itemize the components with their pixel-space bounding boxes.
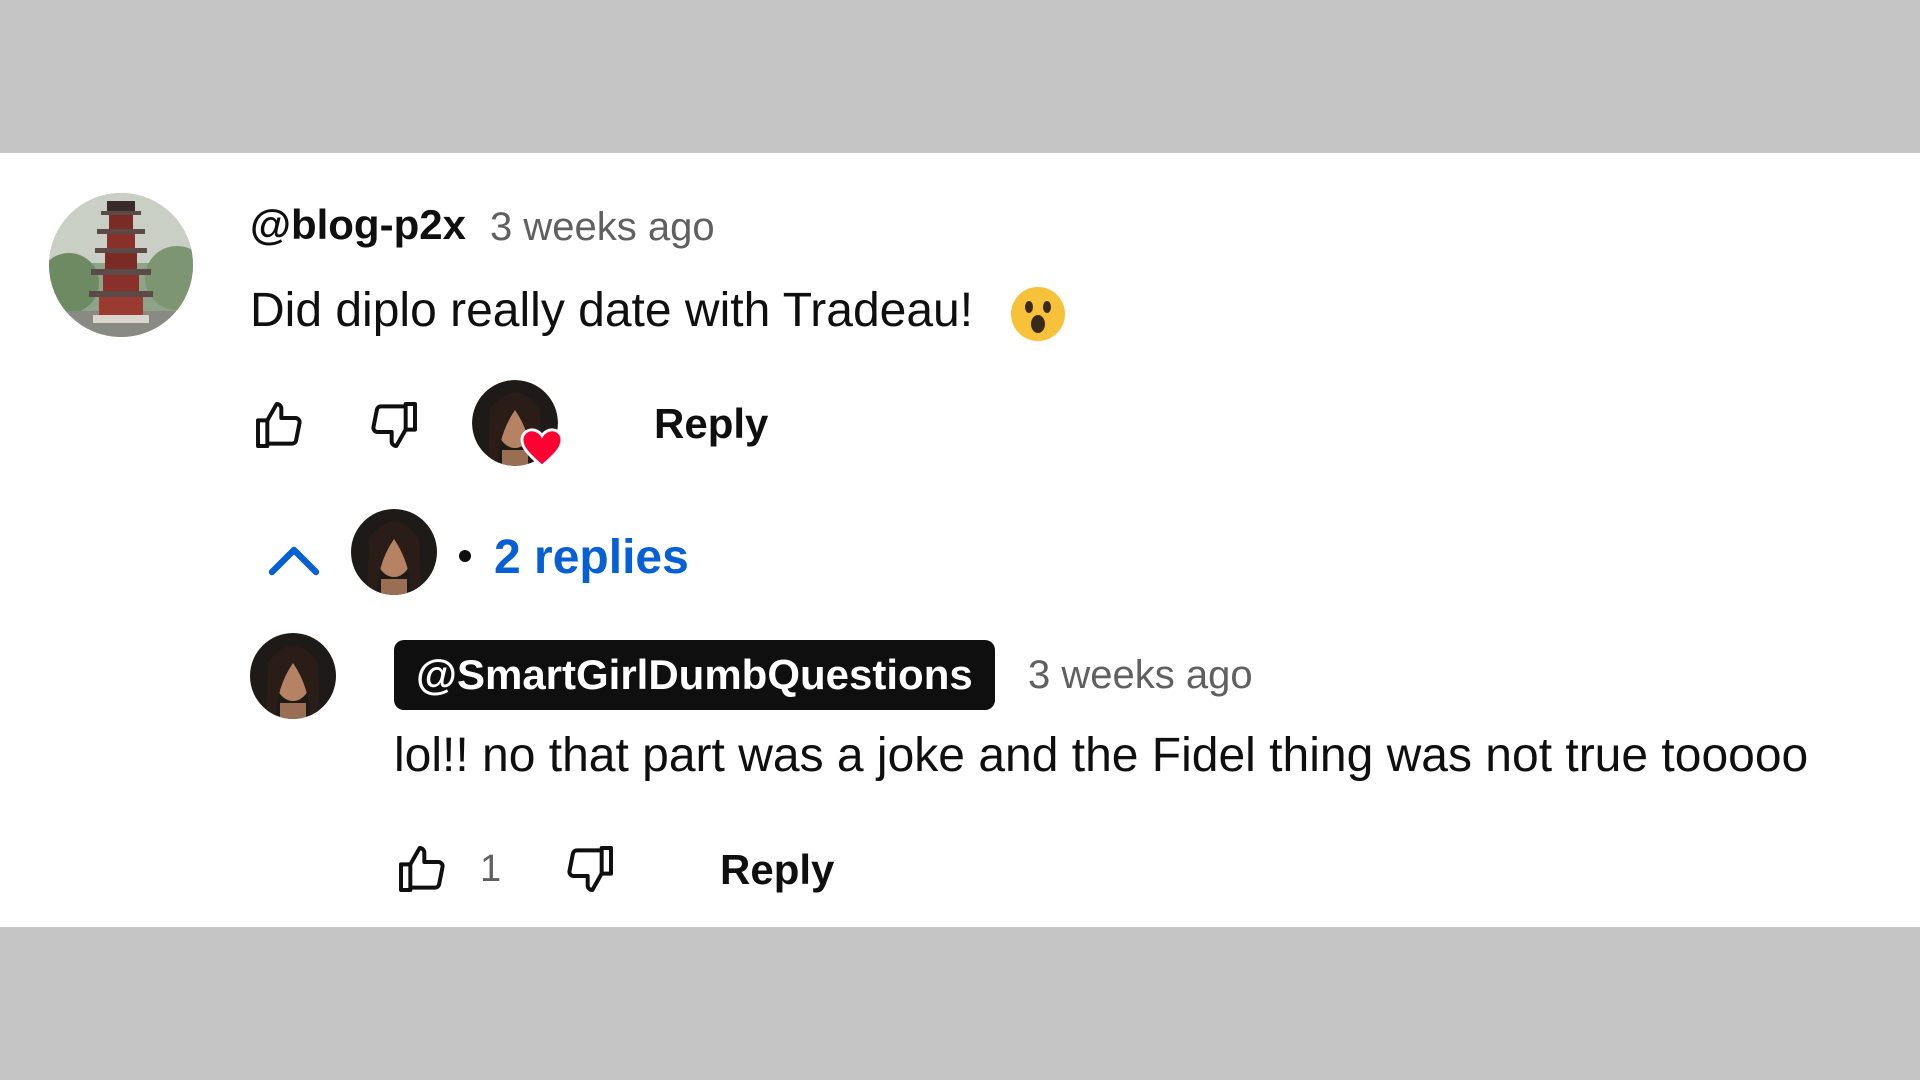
reply-timestamp[interactable]: 3 weeks ago: [1028, 653, 1253, 698]
comment-timestamp[interactable]: 3 weeks ago: [490, 205, 715, 250]
dislike-button[interactable]: [362, 393, 426, 457]
reply-author-avatar[interactable]: [250, 633, 336, 719]
thumbs-down-icon: [567, 846, 613, 892]
creator-heart-avatar: [472, 380, 564, 468]
like-button[interactable]: [247, 393, 311, 457]
replies-count-link[interactable]: 2 replies: [494, 530, 689, 585]
replier-avatar-small: [351, 509, 437, 595]
reply-like-count: 1: [480, 848, 502, 890]
comment-thread-panel: @blog-p2x 3 weeks ago Did diplo really d…: [0, 153, 1920, 927]
separator-dot: [459, 550, 471, 562]
thumbs-down-icon: [371, 402, 417, 448]
collapse-replies-button[interactable]: [262, 528, 326, 592]
thumbs-up-icon: [399, 846, 445, 892]
commenter-avatar[interactable]: [49, 193, 193, 337]
heart-icon: [520, 428, 564, 468]
comment-author[interactable]: @blog-p2x: [250, 201, 466, 249]
surprised-face-emoji-icon: [1010, 286, 1066, 347]
reply-like-button[interactable]: [390, 837, 454, 901]
comment-text: Did diplo really date with Tradeau!: [250, 284, 974, 337]
reply-dislike-button[interactable]: [558, 837, 622, 901]
reply-author-owner-chip[interactable]: @SmartGirlDumbQuestions: [394, 640, 995, 710]
reply-reply-button[interactable]: Reply: [720, 846, 834, 894]
thumbs-up-icon: [256, 402, 302, 448]
reply-button[interactable]: Reply: [654, 400, 768, 448]
chevron-up-icon: [268, 546, 320, 576]
reply-text: lol!! no that part was a joke and the Fi…: [394, 729, 1809, 782]
